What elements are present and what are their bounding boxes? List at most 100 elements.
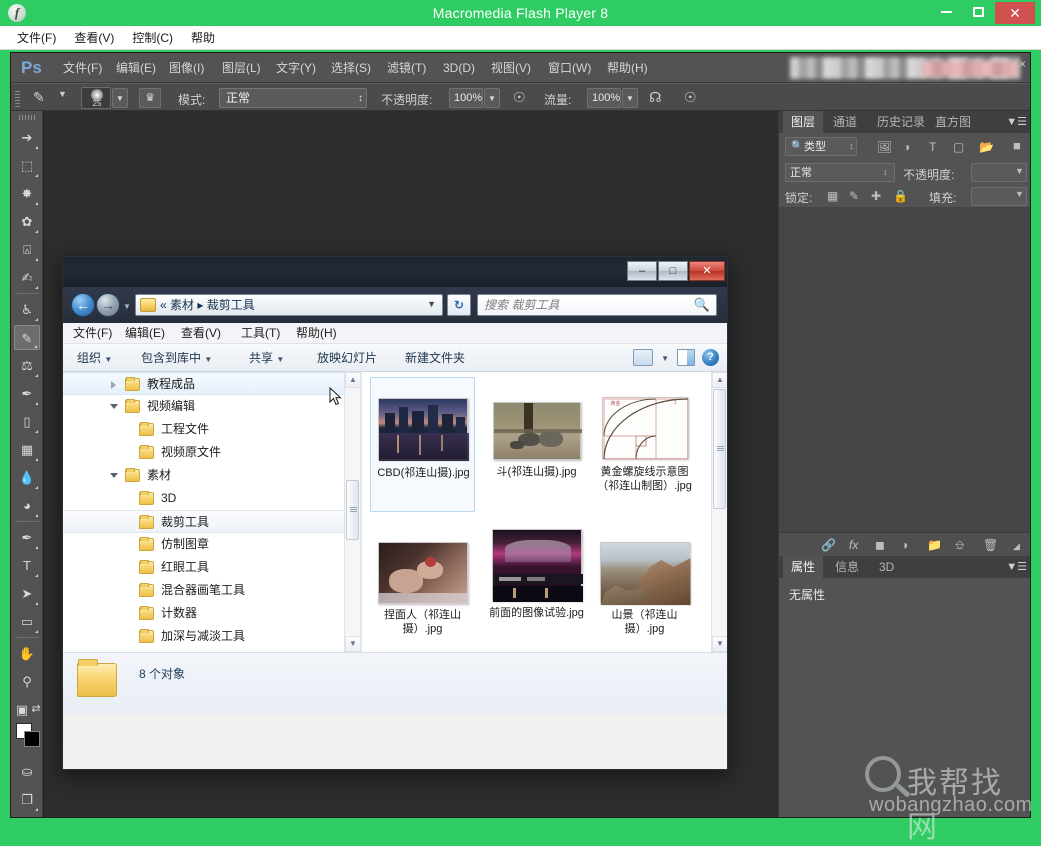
- tab-history[interactable]: 历史记录: [869, 111, 933, 133]
- ps-menu-select[interactable]: 选择(S): [331, 53, 371, 83]
- file-list-scrollbar[interactable]: ▲ ▼: [711, 372, 727, 652]
- layers-panel-menu-icon[interactable]: ▼☰: [1006, 115, 1027, 128]
- help-icon[interactable]: ?: [702, 349, 719, 366]
- tree-scroll-up-icon[interactable]: ▲: [345, 372, 360, 388]
- tool-crop[interactable]: ⍓: [14, 237, 40, 262]
- explorer-minimize-button[interactable]: –: [627, 261, 657, 281]
- flash-minimize-button[interactable]: [931, 2, 961, 24]
- panel-resize-grip[interactable]: ◢: [1013, 541, 1020, 552]
- tool-clone-stamp[interactable]: ⚖: [14, 353, 40, 378]
- brush-preset-caret-icon[interactable]: ▼: [58, 89, 67, 99]
- explorer-close-button[interactable]: ✕: [689, 261, 725, 281]
- filter-image-icon[interactable]: 🖼: [877, 140, 892, 154]
- tree-item-gongcheng-wenjian[interactable]: 工程文件: [63, 418, 360, 441]
- layer-style-fx-icon[interactable]: fx: [849, 538, 858, 552]
- flash-menu-view[interactable]: 查看(V): [65, 26, 123, 50]
- ps-menu-help[interactable]: 帮助(H): [607, 53, 648, 83]
- toolbar-new-folder[interactable]: 新建文件夹: [405, 344, 465, 372]
- tool-lasso[interactable]: ✸: [14, 181, 40, 206]
- flash-menu-control[interactable]: 控制(C): [123, 26, 182, 50]
- ps-menu-window[interactable]: 窗口(W): [548, 53, 591, 83]
- forward-button[interactable]: →: [96, 293, 120, 317]
- tool-dodge[interactable]: ◕: [14, 493, 40, 518]
- tool-path-selection[interactable]: ➤: [14, 581, 40, 606]
- ps-menu-filter[interactable]: 滤镜(T): [387, 53, 426, 83]
- flash-maximize-button[interactable]: [963, 2, 993, 24]
- tool-type[interactable]: T: [14, 553, 40, 578]
- close-document-icon[interactable]: ×: [1019, 57, 1026, 71]
- options-bar-grip[interactable]: [15, 89, 20, 107]
- swap-colors-icon[interactable]: ⇄: [29, 697, 43, 722]
- tab-histogram[interactable]: 直方图: [927, 111, 979, 133]
- flow-caret-icon[interactable]: ▼: [622, 88, 638, 108]
- flash-close-button[interactable]: ✕: [995, 2, 1035, 24]
- lock-transparent-pixels-icon[interactable]: ▦: [827, 189, 838, 203]
- ps-menu-file[interactable]: 文件(F): [63, 53, 102, 83]
- filter-toggle-switch[interactable]: ■: [1013, 138, 1021, 153]
- tab-channels[interactable]: 通道: [825, 111, 865, 133]
- tree-item-hunheqi-huabi[interactable]: 混合器画笔工具: [63, 579, 360, 602]
- files-scroll-thumb[interactable]: [713, 389, 726, 509]
- filter-kind-caret-icon[interactable]: ↕: [849, 141, 854, 151]
- lock-all-icon[interactable]: 🔒: [893, 189, 908, 203]
- tree-scroll-down-icon[interactable]: ▼: [345, 636, 360, 652]
- flash-menu-help[interactable]: 帮助: [182, 26, 224, 50]
- file-list-view[interactable]: CBD(祁连山摄).jpg 斗(祁连山摄).jpg 黄金 1 黄金螺旋线示意图（…: [362, 372, 727, 652]
- explorer-maximize-button[interactable]: □: [658, 261, 688, 281]
- link-layers-icon[interactable]: 🔗: [821, 538, 836, 552]
- ps-menu-type[interactable]: 文字(Y): [276, 53, 316, 83]
- tree-item-hongyan-gongju[interactable]: 红眼工具: [63, 556, 360, 579]
- ps-menu-layer[interactable]: 图层(L): [222, 53, 261, 83]
- foreground-background-color-swatch[interactable]: [16, 723, 40, 747]
- tree-item-jiaocheng-chengpin[interactable]: 教程成品: [63, 372, 360, 395]
- tool-quick-selection[interactable]: ✿: [14, 209, 40, 234]
- file-item-shanjing[interactable]: 山景（祁连山摄）.jpg: [592, 532, 697, 652]
- tab-3d[interactable]: 3D: [871, 556, 902, 578]
- file-item-cbd[interactable]: CBD(祁连山摄).jpg: [370, 377, 475, 512]
- files-scroll-up-icon[interactable]: ▲: [712, 372, 727, 388]
- change-view-caret-icon[interactable]: ▼: [661, 354, 669, 363]
- opacity-pressure-icon[interactable]: ☉: [513, 89, 526, 106]
- opacity-caret-icon[interactable]: ▼: [484, 88, 500, 108]
- tool-blur[interactable]: 💧: [14, 465, 40, 490]
- layer-blend-mode-select[interactable]: 正常: [785, 163, 895, 182]
- tab-properties[interactable]: 属性: [783, 556, 824, 578]
- tab-info[interactable]: 信息: [827, 556, 867, 578]
- tool-rectangle[interactable]: ▭: [14, 609, 40, 634]
- ps-menu-view[interactable]: 视图(V): [491, 53, 531, 83]
- tool-eraser[interactable]: ▯: [14, 409, 40, 434]
- properties-panel-menu-icon[interactable]: ▼☰: [1006, 560, 1027, 573]
- blend-mode-caret-icon[interactable]: ↕: [883, 167, 888, 177]
- chevron-down-icon[interactable]: [110, 473, 118, 478]
- tool-marquee[interactable]: ⬚: [14, 153, 40, 178]
- explorer-menu-file[interactable]: 文件(F): [73, 323, 112, 344]
- lock-position-icon[interactable]: ✚: [871, 189, 881, 203]
- tool-spot-healing[interactable]: ♿: [14, 297, 40, 322]
- tree-item-fangzhi-tuzhang[interactable]: 仿制图章: [63, 533, 360, 556]
- brush-size-preview[interactable]: 25: [81, 87, 111, 109]
- tree-item-caijian-gongju[interactable]: 裁剪工具: [63, 510, 360, 533]
- preview-pane-icon[interactable]: [677, 349, 695, 366]
- filter-adjustment-icon[interactable]: ◑: [903, 140, 910, 154]
- lock-image-pixels-icon[interactable]: ✎: [849, 189, 859, 203]
- search-input[interactable]: 搜索 裁剪工具: [484, 295, 559, 315]
- layer-fill-caret-icon[interactable]: ▼: [1015, 189, 1024, 199]
- add-layer-mask-icon[interactable]: ◼: [875, 538, 885, 552]
- address-bar[interactable]: « 素材 ▸ 裁剪工具 ▼: [135, 294, 443, 316]
- filter-shape-icon[interactable]: ▢: [953, 140, 964, 154]
- tool-eyedropper[interactable]: ✍: [14, 265, 40, 290]
- explorer-titlebar[interactable]: – □ ✕: [63, 257, 727, 287]
- tree-item-3d[interactable]: 3D: [63, 487, 360, 510]
- search-box[interactable]: 搜索 裁剪工具 🔍: [477, 294, 717, 316]
- tree-item-jishuqi[interactable]: 计数器: [63, 602, 360, 625]
- explorer-menu-edit[interactable]: 编辑(E): [125, 323, 165, 344]
- refresh-button[interactable]: ↻: [447, 294, 471, 316]
- tool-hand[interactable]: ✋: [14, 641, 40, 666]
- toolbar-organize[interactable]: 组织 ▼: [77, 344, 112, 372]
- layer-opacity-caret-icon[interactable]: ▼: [1015, 166, 1024, 176]
- filter-type-icon[interactable]: T: [929, 140, 936, 154]
- toolbar-grip[interactable]: [19, 115, 35, 120]
- airbrush-toggle-icon[interactable]: ♛: [139, 88, 161, 108]
- tool-move[interactable]: ➔: [14, 125, 40, 150]
- chevron-right-icon[interactable]: [111, 381, 116, 389]
